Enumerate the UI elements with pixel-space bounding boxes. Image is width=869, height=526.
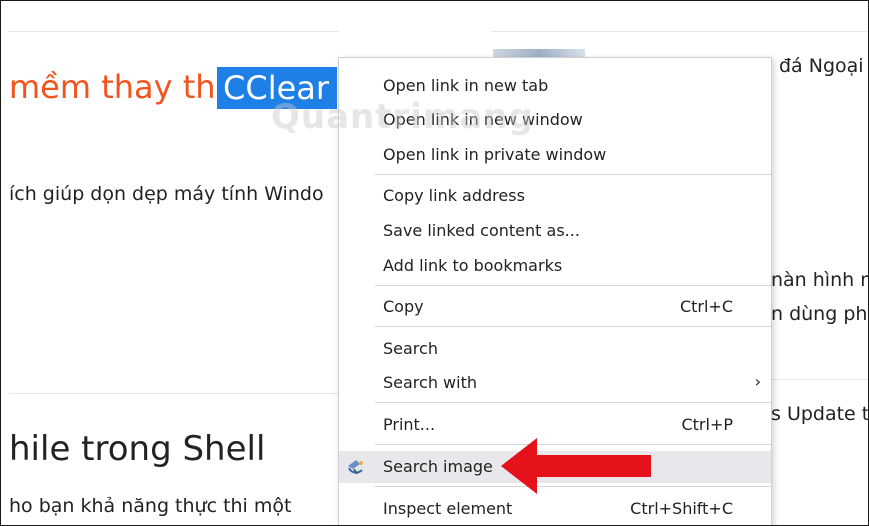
divider bbox=[9, 393, 339, 394]
menu-item-label: Add link to bookmarks bbox=[383, 256, 563, 275]
menu-item-search[interactable]: Search bbox=[339, 333, 771, 365]
divider bbox=[491, 31, 868, 32]
red-arrow-icon bbox=[501, 438, 651, 494]
menu-separator bbox=[375, 402, 771, 403]
menu-separator bbox=[375, 174, 771, 175]
sidebar-article-title[interactable]: đá Ngoại bbox=[779, 55, 864, 77]
menu-item-open-private-window[interactable]: Open link in private window bbox=[339, 139, 771, 171]
menu-item-shortcut: Ctrl+Shift+C bbox=[630, 499, 733, 518]
divider bbox=[9, 31, 339, 32]
menu-item-shortcut: Ctrl+P bbox=[681, 415, 733, 434]
menu-item-label: Open link in new tab bbox=[383, 76, 549, 95]
article-body: ho bạn khả năng thực thi một bbox=[9, 495, 292, 517]
menu-item-label: Open link in private window bbox=[383, 145, 607, 164]
menu-item-label: Save linked content as... bbox=[383, 221, 580, 240]
divider bbox=[771, 379, 868, 380]
menu-item-add-bookmark[interactable]: Add link to bookmarks bbox=[339, 250, 771, 282]
chevron-right-icon: › bbox=[754, 372, 761, 391]
menu-item-label: Search bbox=[383, 339, 438, 358]
menu-separator bbox=[375, 326, 771, 327]
menu-separator bbox=[375, 285, 771, 286]
menu-item-label: Print... bbox=[383, 415, 436, 434]
menu-item-copy[interactable]: Copy Ctrl+C bbox=[339, 291, 771, 323]
section-heading: hile trong Shell bbox=[9, 429, 266, 469]
menu-item-inspect-element[interactable]: Inspect element Ctrl+Shift+C bbox=[339, 493, 771, 525]
menu-item-search-with[interactable]: Search with › bbox=[339, 367, 771, 399]
menu-item-label: Search image bbox=[383, 457, 493, 476]
article-intro: ích giúp dọn dẹp máy tính Windo bbox=[9, 183, 324, 205]
sidebar-article-title[interactable]: n dùng pha bbox=[771, 303, 868, 325]
menu-item-shortcut: Ctrl+C bbox=[679, 297, 733, 316]
menu-item-copy-link[interactable]: Copy link address bbox=[339, 180, 771, 212]
sidebar-article-title[interactable]: s Update t bbox=[771, 403, 868, 425]
menu-item-label: Search with bbox=[383, 373, 477, 392]
sidebar-article-title[interactable]: nàn hình m bbox=[771, 269, 868, 291]
search-image-icon bbox=[345, 457, 367, 477]
menu-item-label: Copy bbox=[383, 297, 424, 316]
menu-item-save-linked[interactable]: Save linked content as... bbox=[339, 215, 771, 247]
menu-item-label: Inspect element bbox=[383, 499, 513, 518]
article-title[interactable]: mềm thay thế bbox=[9, 67, 235, 107]
watermark-logo: Quantrimang bbox=[271, 97, 534, 137]
browser-page: mềm thay thế CClear ích giúp dọn dẹp máy… bbox=[0, 0, 869, 526]
menu-item-label: Copy link address bbox=[383, 186, 525, 205]
